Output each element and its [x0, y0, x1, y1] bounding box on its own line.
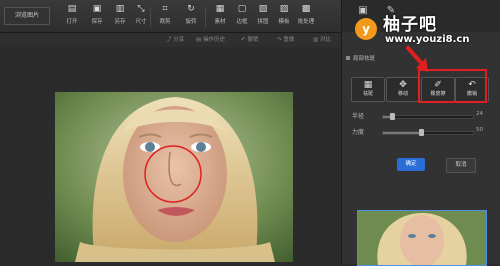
rotate-button[interactable]: ↻ 旋转 [178, 5, 204, 29]
cancel-button[interactable]: 取消 [446, 158, 476, 173]
compare-button[interactable]: ▥ 对比 [313, 35, 331, 43]
collage-icon: ▧ [258, 4, 268, 14]
spot-icon: ▦ [363, 80, 373, 90]
strength-slider-row: 力度 50 [352, 127, 483, 136]
pointer-arrow-icon [406, 46, 428, 72]
radius-slider[interactable] [382, 113, 474, 120]
template-icon: ▨ [279, 4, 289, 14]
secondary-toolbar: ⤴ 分享 ▤ 操作历史 ↶ 撤销 ↷ 重做 ▥ 对比 [0, 33, 340, 47]
rotate-icon: ↻ [187, 4, 195, 14]
watermark-logo: y 柚子吧 www.youzi8.cn [355, 8, 499, 50]
folder-icon: ▤ [67, 4, 77, 14]
batch-icon: ▩ [301, 4, 311, 14]
batch-button[interactable]: ▩ 批处理 [293, 5, 319, 29]
material-icon: ▦ [215, 4, 225, 14]
logo-title: 柚子吧 [383, 15, 437, 35]
crop-icon: ⌗ [162, 4, 168, 14]
resize-icon: ⤡ [137, 4, 145, 14]
redo-button[interactable]: ↷ 重做 [277, 35, 294, 43]
crop-button[interactable]: ⌗ 裁剪 [152, 5, 178, 29]
frame-icon: ▢ [237, 4, 247, 14]
undo-button[interactable]: ↶ 撤销 [241, 35, 258, 43]
radius-slider-handle[interactable] [390, 113, 395, 120]
open-button[interactable]: ▤ 打开 [59, 5, 85, 29]
edited-photo[interactable] [55, 92, 293, 262]
strength-slider[interactable] [382, 129, 474, 136]
logo-url: www.youzi8.cn [385, 34, 470, 45]
share-button[interactable]: ⤴ 分享 [166, 35, 184, 43]
save-icon: ▣ [92, 4, 102, 14]
history-button[interactable]: ▤ 操作历史 [196, 35, 225, 43]
save-as-icon: ▥ [115, 4, 125, 14]
browse-images-button[interactable]: 浏览图片 [4, 7, 50, 25]
spot-removal-button[interactable]: ▦ 祛斑 [351, 77, 385, 102]
strength-slider-handle[interactable] [418, 129, 424, 136]
logo-badge: y [355, 18, 377, 40]
apply-button[interactable]: 确定 [397, 158, 425, 171]
move-button[interactable]: ✥ 移动 [386, 77, 420, 102]
section-marker-icon [346, 56, 350, 60]
move-icon: ✥ [399, 80, 407, 90]
preview-thumbnail [357, 210, 487, 266]
radius-slider-row: 半径 24 [352, 111, 483, 120]
portrait-image [55, 92, 293, 262]
